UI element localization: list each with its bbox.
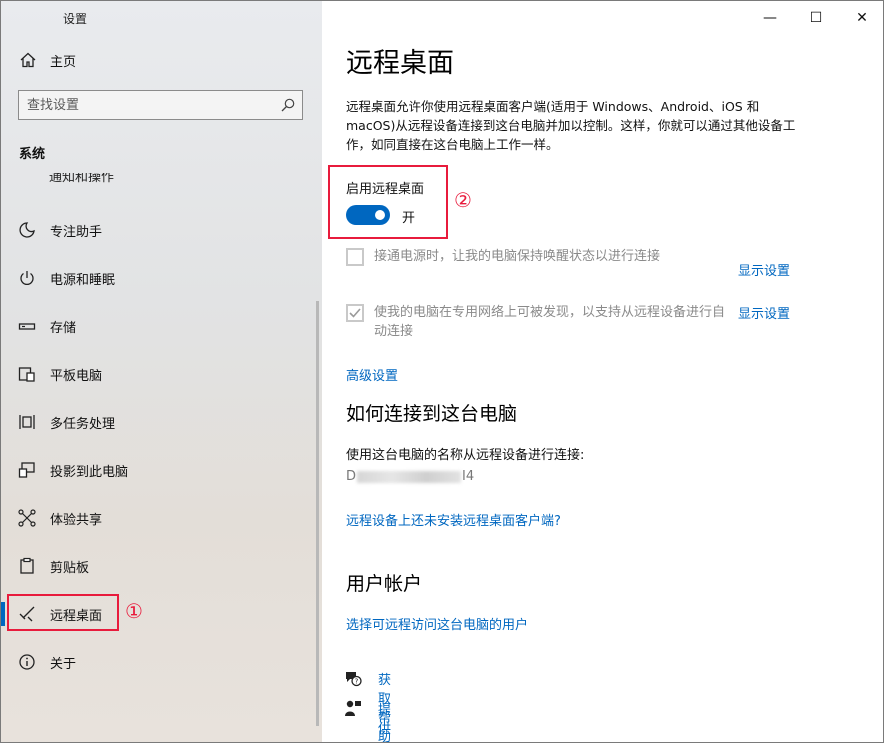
sidebar-item-partial-label: 通知和操作 (49, 173, 115, 185)
help-chat-icon: ? (346, 672, 362, 687)
select-users-link[interactable]: 选择可远程访问这台电脑的用户 (346, 614, 528, 633)
sidebar-item-label: 电源和睡眠 (50, 273, 116, 288)
sidebar-item-multitasking[interactable]: 多任务处理 (1, 402, 322, 442)
advanced-settings-link[interactable]: 高级设置 (346, 365, 398, 384)
sidebar-item-label: 多任务处理 (50, 417, 116, 432)
svg-text:?: ? (355, 678, 359, 686)
sidebar-item-home[interactable]: 主页 (1, 45, 322, 75)
project-icon (18, 462, 35, 478)
sidebar-item-tablet[interactable]: 平板电脑 (1, 354, 322, 394)
multitask-icon (19, 415, 35, 429)
pc-name-prefix: D (346, 469, 357, 484)
sidebar-item-about[interactable]: 关于 (1, 642, 322, 682)
page-title: 远程桌面 (346, 48, 454, 79)
highlight-box-1 (7, 594, 119, 631)
discoverable-checkbox[interactable] (346, 304, 364, 322)
settings-window: 设置 主页 系统 通知和操作 专注助手 (0, 0, 884, 743)
maximize-button[interactable]: ☐ (793, 1, 839, 35)
pc-name: D I4 (346, 469, 474, 484)
sidebar-item-power[interactable]: 电源和睡眠 (1, 258, 322, 298)
section-label-system: 系统 (19, 147, 46, 162)
sidebar-item-label: 投影到此电脑 (50, 465, 129, 480)
tablet-icon (18, 367, 35, 382)
minimize-button[interactable]: — (747, 1, 793, 35)
window-title: 设置 (63, 12, 88, 26)
close-button[interactable]: ✕ (839, 1, 883, 35)
sidebar-scrollbar[interactable] (316, 301, 319, 726)
search-input[interactable] (27, 95, 267, 115)
annotation-marker-2: ② (454, 188, 472, 212)
share-icon (18, 509, 36, 527)
info-icon (19, 654, 35, 670)
sidebar-item-partial[interactable]: 通知和操作 (19, 173, 129, 188)
how-to-connect-text: 使用这台电脑的名称从远程设备进行连接: (346, 448, 585, 463)
pc-name-suffix: I4 (462, 469, 475, 484)
annotation-marker-1: ① (125, 599, 143, 623)
moon-icon (19, 222, 35, 238)
feedback-link[interactable]: 提供反馈 (378, 699, 391, 742)
sidebar-item-storage[interactable]: 存储 (1, 306, 322, 346)
sidebar-item-label: 体验共享 (50, 513, 103, 528)
search-icon[interactable] (280, 97, 296, 113)
storage-icon (18, 323, 36, 330)
clipboard-icon (20, 557, 34, 574)
search-box[interactable] (18, 90, 303, 120)
show-settings-link-2[interactable]: 显示设置 (738, 303, 790, 322)
highlight-box-2 (328, 165, 448, 239)
sidebar-item-label: 专注助手 (50, 225, 103, 240)
show-settings-link-1[interactable]: 显示设置 (738, 260, 790, 279)
keep-awake-label: 接通电源时，让我的电脑保持唤醒状态以进行连接 (374, 249, 661, 264)
home-label: 主页 (50, 55, 77, 70)
power-icon (20, 271, 34, 285)
user-accounts-heading: 用户帐户 (346, 573, 423, 595)
discoverable-label: 使我的电脑在专用网络上可被发现，以支持从远程设备进行自动连接 (374, 305, 726, 339)
sidebar-item-label: 关于 (50, 657, 77, 672)
sidebar: 设置 主页 系统 通知和操作 专注助手 (1, 1, 322, 742)
how-to-connect-heading: 如何连接到这台电脑 (346, 403, 518, 425)
keep-awake-checkbox[interactable] (346, 248, 364, 266)
active-indicator (1, 602, 5, 626)
sidebar-item-project[interactable]: 投影到此电脑 (1, 450, 322, 490)
home-icon (20, 52, 36, 68)
sidebar-item-shared-experiences[interactable]: 体验共享 (1, 498, 322, 538)
sidebar-item-label: 平板电脑 (50, 369, 103, 384)
back-button[interactable] (13, 7, 39, 29)
sidebar-item-clipboard[interactable]: 剪贴板 (1, 546, 322, 586)
pc-name-redacted (357, 470, 462, 483)
checkmark-icon (349, 308, 361, 318)
sidebar-item-label: 存储 (50, 321, 77, 336)
main-panel: — ☐ ✕ 远程桌面 远程桌面允许你使用远程桌面客户端(适用于 Windows、… (322, 1, 883, 742)
page-description: 远程桌面允许你使用远程桌面客户端(适用于 Windows、Android、iOS… (346, 99, 796, 152)
feedback-icon (345, 700, 361, 716)
sidebar-item-label: 剪贴板 (50, 561, 90, 576)
client-not-installed-link[interactable]: 远程设备上还未安装远程桌面客户端? (346, 510, 561, 529)
title-bar: 设置 (1, 1, 322, 35)
sidebar-item-focus-assist[interactable]: 专注助手 (1, 210, 322, 250)
